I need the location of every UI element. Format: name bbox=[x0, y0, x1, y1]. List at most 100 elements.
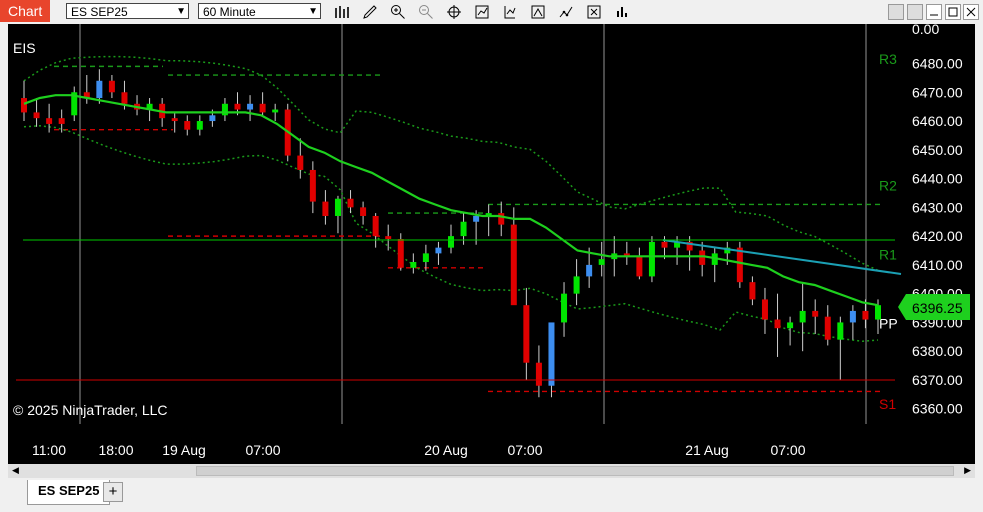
templates-icon[interactable] bbox=[556, 2, 576, 22]
chevron-down-icon: ▼ bbox=[308, 6, 318, 17]
close-icon[interactable] bbox=[963, 4, 979, 20]
bar-chart-icon[interactable] bbox=[612, 2, 632, 22]
candle-body bbox=[247, 103, 254, 110]
candle-body bbox=[108, 80, 115, 93]
candle-body bbox=[849, 310, 856, 323]
chevron-down-icon: ▼ bbox=[176, 6, 186, 17]
price-partial-label: 0.00 bbox=[912, 24, 939, 37]
candle-body bbox=[372, 215, 379, 237]
copyright-text: © 2025 NinjaTrader, LLC bbox=[13, 402, 168, 418]
candle-body bbox=[196, 121, 203, 130]
candle-body bbox=[498, 213, 505, 225]
candle-body bbox=[184, 121, 191, 130]
price-tick-label: 6450.00 bbox=[912, 142, 963, 158]
pivot-label-s1: S1 bbox=[879, 396, 896, 412]
crosshair-icon[interactable] bbox=[444, 2, 464, 22]
candle-body bbox=[473, 215, 480, 222]
last-price-badge: 6396.25 bbox=[898, 294, 970, 320]
pivot-label-r1: R1 bbox=[879, 246, 897, 262]
candle-body bbox=[171, 118, 178, 122]
instrument-value: ES SEP25 bbox=[71, 5, 128, 19]
candle-body bbox=[736, 247, 743, 283]
candle-body bbox=[837, 322, 844, 340]
candle-body bbox=[774, 319, 781, 329]
candle-body bbox=[309, 169, 316, 202]
price-tick-label: 6380.00 bbox=[912, 343, 963, 359]
draw-icon[interactable] bbox=[360, 2, 380, 22]
trade-icon[interactable] bbox=[528, 2, 548, 22]
price-tick-label: 6470.00 bbox=[912, 84, 963, 100]
candle-body bbox=[46, 118, 53, 124]
scroll-left-icon[interactable]: ◀ bbox=[12, 465, 19, 476]
price-tick-label: 6360.00 bbox=[912, 401, 963, 417]
tab-es-sep25[interactable]: ES SEP25 bbox=[27, 480, 111, 505]
price-tick-label: 6440.00 bbox=[912, 171, 963, 187]
add-tab-button[interactable]: + bbox=[103, 482, 123, 502]
candle-body bbox=[787, 322, 794, 329]
time-tick-label: 19 Aug bbox=[162, 442, 206, 458]
candle-body bbox=[875, 305, 881, 320]
candle-body bbox=[347, 198, 354, 208]
candle-body bbox=[510, 224, 517, 306]
candle-body bbox=[824, 316, 831, 340]
candle-body bbox=[221, 103, 228, 116]
minimize-icon[interactable] bbox=[926, 4, 942, 20]
time-tick-label: 07:00 bbox=[245, 442, 280, 458]
price-tick-label: 6480.00 bbox=[912, 56, 963, 72]
strategies-icon[interactable] bbox=[500, 2, 520, 22]
horizontal-scrollbar[interactable]: ◀ ▶ bbox=[8, 464, 975, 478]
time-tick-label: 11:00 bbox=[32, 442, 66, 458]
chart-label: EIS bbox=[13, 40, 36, 56]
scroll-right-icon[interactable]: ▶ bbox=[964, 465, 971, 476]
candle-body bbox=[397, 239, 404, 268]
candle-body bbox=[535, 362, 542, 386]
pivot-label-r2: R2 bbox=[879, 177, 897, 193]
window-restore-icon[interactable] bbox=[907, 4, 923, 20]
window-min-icon[interactable] bbox=[888, 4, 904, 20]
indicators-icon[interactable] bbox=[472, 2, 492, 22]
candle-body bbox=[385, 236, 392, 239]
interval-value: 60 Minute bbox=[203, 5, 256, 19]
grid-lines bbox=[79, 24, 867, 424]
candle-body bbox=[448, 236, 454, 248]
maximize-icon[interactable] bbox=[945, 4, 961, 20]
tab-bar: ES SEP25 + bbox=[0, 480, 983, 512]
candle-body bbox=[648, 241, 655, 277]
candle-body bbox=[460, 221, 467, 237]
candle-body bbox=[209, 115, 216, 122]
pivot-label-pp: PP bbox=[879, 315, 898, 331]
candle-body bbox=[523, 305, 530, 363]
pivot-label-r3: R3 bbox=[879, 51, 897, 67]
candle-body bbox=[636, 256, 643, 277]
last-price-value: 6396.25 bbox=[912, 300, 963, 316]
scroll-thumb[interactable] bbox=[196, 466, 954, 476]
zoom-out-icon[interactable] bbox=[416, 2, 436, 22]
candle-body bbox=[272, 109, 279, 113]
candle-body bbox=[548, 322, 555, 386]
candle-body bbox=[761, 299, 768, 320]
candle-body bbox=[799, 310, 806, 323]
time-tick-label: 07:00 bbox=[507, 442, 542, 458]
candle-body bbox=[360, 207, 367, 216]
price-tick-label: 6460.00 bbox=[912, 113, 963, 129]
candle-body bbox=[410, 262, 417, 268]
candle-body bbox=[812, 310, 819, 317]
candle-body bbox=[561, 293, 568, 323]
candle-body bbox=[21, 98, 27, 113]
properties-icon[interactable] bbox=[584, 2, 604, 22]
candle-body bbox=[58, 118, 65, 124]
candle-body bbox=[573, 276, 580, 294]
time-tick-label: 21 Aug bbox=[685, 442, 729, 458]
interval-selector[interactable]: 60 Minute ▼ bbox=[198, 3, 321, 19]
time-tick-label: 07:00 bbox=[770, 442, 805, 458]
zoom-in-icon[interactable] bbox=[388, 2, 408, 22]
chart-panel[interactable]: R3 R2 R1 PP S1 6480.00 6470.00 6460.00 6450.00 6… bbox=[8, 21, 975, 464]
bar-type-icon[interactable] bbox=[332, 2, 352, 22]
candle-body bbox=[661, 241, 668, 248]
price-tick-label: 6370.00 bbox=[912, 372, 963, 388]
instrument-selector[interactable]: ES SEP25 ▼ bbox=[66, 3, 189, 19]
price-chart[interactable]: R3 R2 R1 PP S1 6480.00 6470.00 6460.00 6450.00 6… bbox=[8, 21, 975, 464]
time-tick-label: 20 Aug bbox=[424, 442, 468, 458]
candle-body bbox=[862, 310, 869, 320]
app-title[interactable]: Chart bbox=[0, 0, 51, 22]
